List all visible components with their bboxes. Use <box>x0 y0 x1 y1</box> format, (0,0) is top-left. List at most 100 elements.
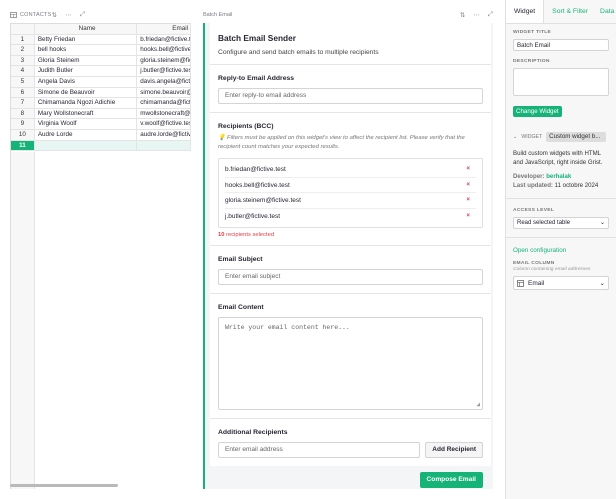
cell-email[interactable]: j.butler@fictive.test <box>137 66 191 76</box>
cell-email[interactable]: davis.angela@fictive.test <box>137 76 191 87</box>
cell-email[interactable]: b.friedan@fictive.test <box>137 34 191 45</box>
tab-data[interactable]: Data <box>596 0 614 23</box>
column-header-name[interactable]: Name <box>34 24 138 34</box>
row-number[interactable]: 8 <box>11 108 35 119</box>
table-row[interactable]: 8Mary Wollstonecraftmwollstonecraft@fict… <box>11 108 191 120</box>
table-row[interactable]: 5Angela Davisdavis.angela@fictive.test <box>11 76 191 88</box>
widget-title-input[interactable]: Batch Email <box>513 39 609 51</box>
creator-tabs: Widget Sort & Filter Data <box>506 0 616 24</box>
recipient-email: j.butler@fictive.test <box>225 212 281 220</box>
cell-name[interactable]: Gloria Steinem <box>35 55 138 66</box>
table-row[interactable]: 9 Virginia Woolf v.woolf@fictive.test <box>11 119 191 130</box>
cell-name[interactable]: Chimamanda Ngozi Adichie <box>35 98 138 108</box>
change-widget-button[interactable]: Change Widget <box>513 106 562 117</box>
row-number[interactable]: 4 <box>11 66 35 76</box>
row-number[interactable]: 3 <box>11 55 35 66</box>
column-header-email[interactable]: Email <box>137 24 191 34</box>
horizontal-scrollbar[interactable] <box>10 484 118 487</box>
table-row[interactable]: 4 Judith Butler j.butler@fictive.test <box>11 66 191 77</box>
contacts-grid[interactable]: Name Email 1 Betty Friedan b.friedan@ficti… <box>10 23 191 489</box>
content-textarea[interactable]: Write your email content here... ◢ <box>218 317 483 410</box>
cell-name[interactable]: Simone de Beauvoir <box>35 87 138 98</box>
more-options-icon[interactable]: ⋯ <box>65 11 72 19</box>
batch-email-panel-header: Batch Email ⇅ ⋯ ⤢ <box>203 9 493 21</box>
cell-name[interactable]: Betty Friedan <box>35 34 138 45</box>
recipients-label: Recipients (BCC) <box>218 123 274 130</box>
developer-link[interactable]: berhalak <box>546 173 571 180</box>
table-row[interactable]: 7Chimamanda Ngozi Adichiechimamanda@fict… <box>11 98 191 109</box>
add-recipient-button[interactable]: Add Recipient <box>425 442 483 458</box>
description-input[interactable] <box>513 68 609 96</box>
subject-input[interactable]: Enter email subject <box>218 269 483 285</box>
additional-email-input[interactable]: Enter email address <box>218 442 421 458</box>
table-row[interactable]: 1Betty Friedanb.friedan@fictive.test <box>11 34 191 46</box>
contacts-panel-header: CONTACTS ⇅ ⋯ ⤢ <box>10 9 190 21</box>
row-number[interactable]: 1 <box>11 34 35 45</box>
cell-name[interactable]: Mary Wollstonecraft <box>35 108 138 119</box>
access-level-label: ACCESS LEVEL <box>513 208 555 214</box>
tab-sort-filter[interactable]: Sort & Filter <box>544 0 596 23</box>
row-number[interactable]: 6 <box>11 87 35 98</box>
subject-section: Email Subject Enter email subject <box>210 246 491 294</box>
row-number[interactable]: 7 <box>11 98 35 108</box>
open-configuration-link[interactable]: Open configuration <box>513 247 609 254</box>
table-row[interactable]: 6Simone de Beauvoirsimone.beauvoir@ficti… <box>11 87 191 99</box>
cell-name[interactable]: bell hooks <box>35 45 138 55</box>
row-number[interactable]: 9 <box>11 119 35 129</box>
widget-label: WIDGET <box>521 134 543 140</box>
sort-filter-icon[interactable]: ⇅ <box>51 11 57 19</box>
chevron-down-icon[interactable]: ⌄ <box>513 134 517 140</box>
row-number[interactable]: 5 <box>11 76 35 87</box>
cell-name[interactable]: Judith Butler <box>35 66 138 76</box>
table-row[interactable]: 10Audre Lordeaudre.lorde@fictive.test <box>11 129 191 141</box>
widget-row: ⌄ WIDGET Custom widget b... <box>513 132 609 142</box>
widget-description: Build custom widgets with HTML and JavaS… <box>513 150 603 166</box>
new-row[interactable]: 11 <box>11 140 191 152</box>
chevron-down-icon: ⌄ <box>599 280 605 288</box>
remove-recipient-icon[interactable]: × <box>466 193 476 208</box>
contacts-panel-title: CONTACTS <box>20 12 52 18</box>
cell-name[interactable]: Angela Davis <box>35 76 138 87</box>
cell-email[interactable]: gloria.steinem@fictive.test <box>137 55 191 66</box>
updated-label: Last updated: <box>513 181 553 189</box>
cell-name[interactable]: Audre Lorde <box>35 129 138 140</box>
cell-email[interactable]: hooks.bell@fictive.test <box>137 45 191 55</box>
cell-email[interactable]: v.woolf@fictive.test <box>137 119 191 129</box>
widget-header: Batch Email Sender Configure and send ba… <box>210 23 491 65</box>
row-number[interactable]: 10 <box>11 129 35 140</box>
more-options-icon[interactable]: ⋯ <box>473 11 480 19</box>
cell-name[interactable]: Virginia Woolf <box>35 119 138 129</box>
batch-email-panel-title: Batch Email <box>203 12 233 18</box>
reply-to-input[interactable]: Enter reply-to email address <box>218 88 483 104</box>
cell-email[interactable]: simone.beauvoir@fictive.test <box>137 87 191 98</box>
cell-email[interactable]: chimamanda@fictive.test <box>137 98 191 108</box>
compose-email-button[interactable]: Compose Email <box>419 472 483 488</box>
chevron-down-icon: ⌄ <box>599 220 605 227</box>
remove-recipient-icon[interactable]: × <box>466 178 476 193</box>
expand-icon[interactable]: ⤢ <box>80 11 85 19</box>
content-placeholder: Write your email content here... <box>225 324 350 331</box>
recipients-section: Recipients (BCC) 💡 Filters must be appli… <box>210 113 491 246</box>
remove-recipient-icon[interactable]: × <box>466 162 476 177</box>
widget-name-select[interactable]: Custom widget b... <box>546 132 607 142</box>
email-column-select[interactable]: Email ⌄ <box>513 276 609 291</box>
sort-filter-icon[interactable]: ⇅ <box>460 11 465 19</box>
tab-widget[interactable]: Widget <box>506 0 545 23</box>
email-column-hint: Column containing email addresses <box>513 267 591 273</box>
content-section: Email Content Write your email content h… <box>210 294 491 419</box>
expand-icon[interactable]: ⤢ <box>488 11 493 19</box>
description-label: DESCRIPTION <box>513 59 550 64</box>
grid-header-row: Name Email <box>11 24 191 35</box>
resize-grip-icon[interactable]: ◢ <box>476 401 480 408</box>
recipient-item: hooks.bell@fictive.test × <box>225 178 476 193</box>
table-row[interactable]: 2bell hookshooks.bell@fictive.test <box>11 45 191 56</box>
cell-email[interactable]: mwollstonecraft@fictive.test <box>137 108 191 119</box>
row-number[interactable]: 11 <box>11 140 35 151</box>
cell-email[interactable]: audre.lorde@fictive.test <box>137 129 191 140</box>
table-icon <box>10 12 17 18</box>
recipient-item: gloria.steinem@fictive.test × <box>225 193 476 209</box>
row-number[interactable]: 2 <box>11 45 35 55</box>
table-row[interactable]: 3Gloria Steinemgloria.steinem@fictive.te… <box>11 55 191 67</box>
remove-recipient-icon[interactable]: × <box>466 209 476 225</box>
access-level-select[interactable]: Read selected table ⌄ <box>513 217 609 230</box>
